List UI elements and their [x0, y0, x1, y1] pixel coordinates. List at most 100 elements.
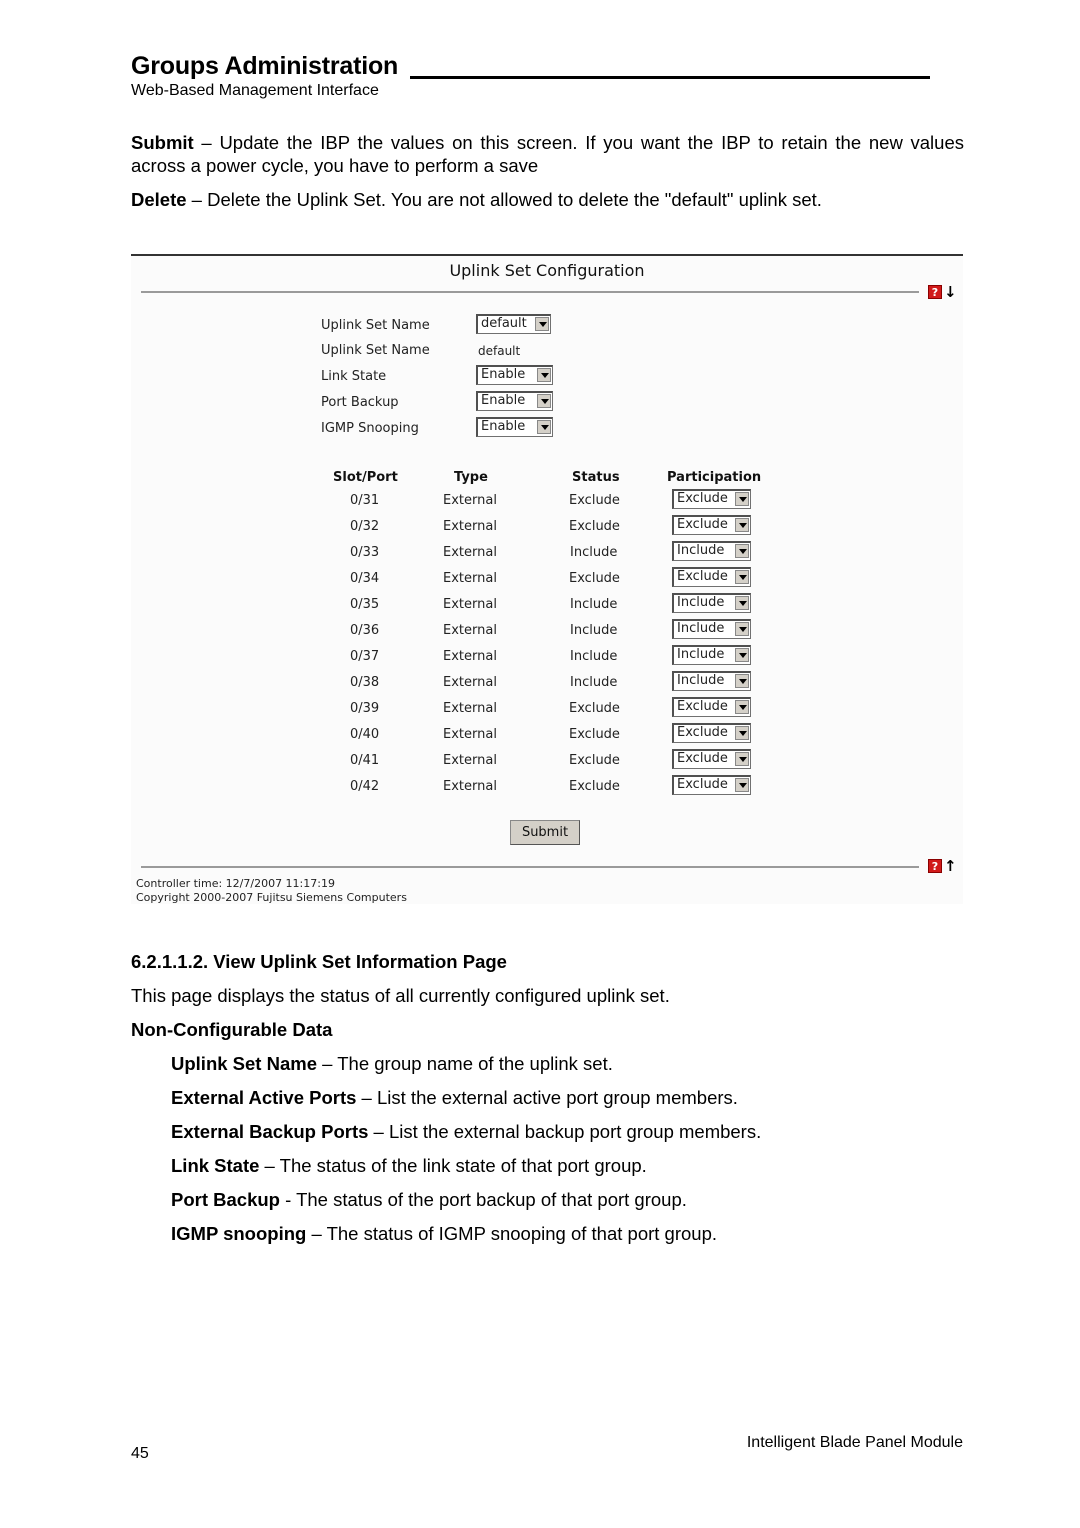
definition-item: External Active Ports – List the externa… — [171, 1087, 738, 1108]
cell-type: External — [443, 545, 497, 560]
participation-select[interactable]: Exclude — [672, 489, 751, 509]
chevron-down-icon[interactable] — [535, 317, 549, 331]
chevron-down-icon[interactable] — [735, 700, 749, 714]
chevron-down-icon[interactable] — [735, 622, 749, 636]
participation-select[interactable]: Include — [672, 541, 751, 561]
link-state-select[interactable]: Enable — [476, 365, 553, 385]
column-header-status: Status — [572, 470, 620, 485]
participation-select[interactable]: Exclude — [672, 775, 751, 795]
cell-type: External — [443, 519, 497, 534]
chevron-down-icon[interactable] — [537, 368, 551, 382]
chevron-down-icon[interactable] — [735, 648, 749, 662]
cell-type: External — [443, 649, 497, 664]
definition-item: IGMP snooping – The status of IGMP snoop… — [171, 1223, 718, 1244]
cell-slot-port: 0/35 — [350, 597, 380, 612]
term: Delete — [131, 189, 187, 210]
cell-status: Exclude — [569, 779, 620, 794]
help-icon[interactable]: ? — [928, 285, 942, 299]
arrow-up-icon[interactable]: ↑ — [944, 859, 957, 874]
term: External Active Ports — [171, 1087, 357, 1108]
term: Port Backup — [171, 1189, 280, 1210]
cell-slot-port: 0/39 — [350, 701, 380, 716]
cell-status: Include — [570, 675, 618, 690]
definition-item: Port Backup - The status of the port bac… — [171, 1189, 687, 1210]
cell-slot-port: 0/37 — [350, 649, 380, 664]
cell-type: External — [443, 675, 497, 690]
arrow-down-icon[interactable]: ↓ — [944, 285, 957, 300]
cell-status: Exclude — [569, 519, 620, 534]
section-description: This page displays the status of all cur… — [131, 985, 670, 1006]
cell-status: Exclude — [569, 493, 620, 508]
chevron-down-icon[interactable] — [735, 752, 749, 766]
cell-type: External — [443, 493, 497, 508]
chevron-down-icon[interactable] — [735, 596, 749, 610]
field-label: Uplink Set Name — [321, 343, 430, 358]
submit-button[interactable]: Submit — [510, 820, 580, 845]
controller-time: Controller time: 12/7/2007 11:17:19 — [136, 877, 335, 890]
title-underline — [410, 76, 930, 79]
cell-slot-port: 0/40 — [350, 727, 380, 742]
document-title: Intelligent Blade Panel Module — [746, 1434, 963, 1451]
chevron-down-icon[interactable] — [735, 570, 749, 584]
cell-slot-port: 0/33 — [350, 545, 380, 560]
definition-item: Uplink Set Name – The group name of the … — [171, 1053, 613, 1074]
cell-type: External — [443, 571, 497, 586]
cell-status: Include — [570, 545, 618, 560]
page-number: 45 — [131, 1445, 149, 1462]
chevron-down-icon[interactable] — [735, 492, 749, 506]
cell-status: Include — [570, 649, 618, 664]
igmp-snooping-select[interactable]: Enable — [476, 417, 553, 437]
uplink-set-name-select[interactable]: default — [476, 314, 551, 334]
copyright: Copyright 2000-2007 Fujitsu Siemens Comp… — [136, 891, 407, 904]
chevron-down-icon[interactable] — [735, 778, 749, 792]
column-header-participation: Participation — [667, 470, 762, 485]
cell-type: External — [443, 727, 497, 742]
definition-item: Link State – The status of the link stat… — [171, 1155, 647, 1176]
cell-slot-port: 0/41 — [350, 753, 380, 768]
participation-select[interactable]: Include — [672, 645, 751, 665]
participation-select[interactable]: Exclude — [672, 697, 751, 717]
chevron-down-icon[interactable] — [735, 544, 749, 558]
term: Link State — [171, 1155, 260, 1176]
cell-status: Include — [570, 623, 618, 638]
chevron-down-icon[interactable] — [537, 420, 551, 434]
chevron-down-icon[interactable] — [537, 394, 551, 408]
port-backup-select[interactable]: Enable — [476, 391, 553, 411]
cell-type: External — [443, 753, 497, 768]
cell-status: Exclude — [569, 701, 620, 716]
participation-select[interactable]: Include — [672, 593, 751, 613]
participation-select[interactable]: Exclude — [672, 567, 751, 587]
participation-select[interactable]: Include — [672, 671, 751, 691]
delete-description: Delete – Delete the Uplink Set. You are … — [131, 189, 822, 210]
cell-status: Include — [570, 597, 618, 612]
column-header-type: Type — [454, 470, 488, 485]
uplink-set-config-screenshot: Uplink Set Configuration ? ↓ Uplink Set … — [131, 254, 963, 904]
definition-item: External Backup Ports – List the externa… — [171, 1121, 762, 1142]
participation-select[interactable]: Include — [672, 619, 751, 639]
bottom-divider — [141, 866, 919, 868]
cell-status: Exclude — [569, 571, 620, 586]
cell-slot-port: 0/38 — [350, 675, 380, 690]
cell-type: External — [443, 701, 497, 716]
cell-type: External — [443, 779, 497, 794]
cell-status: Exclude — [569, 753, 620, 768]
chevron-down-icon[interactable] — [735, 674, 749, 688]
section-heading: 6.2.1.1.2. View Uplink Set Information P… — [131, 951, 507, 972]
column-header-slot-port: Slot/Port — [333, 470, 398, 485]
chevron-down-icon[interactable] — [735, 726, 749, 740]
participation-select[interactable]: Exclude — [672, 723, 751, 743]
cell-type: External — [443, 623, 497, 638]
help-icon[interactable]: ? — [928, 859, 942, 873]
participation-select[interactable]: Exclude — [672, 749, 751, 769]
participation-select[interactable]: Exclude — [672, 515, 751, 535]
cell-status: Exclude — [569, 727, 620, 742]
section-subheading: Non-Configurable Data — [131, 1019, 333, 1040]
page-title: Groups Administration — [131, 52, 399, 80]
term: External Backup Ports — [171, 1121, 369, 1142]
page-subtitle: Web-Based Management Interface — [131, 82, 379, 99]
field-label: IGMP Snooping — [321, 421, 419, 436]
chevron-down-icon[interactable] — [735, 518, 749, 532]
cell-type: External — [443, 597, 497, 612]
top-divider — [141, 291, 919, 293]
term: Uplink Set Name — [171, 1053, 317, 1074]
